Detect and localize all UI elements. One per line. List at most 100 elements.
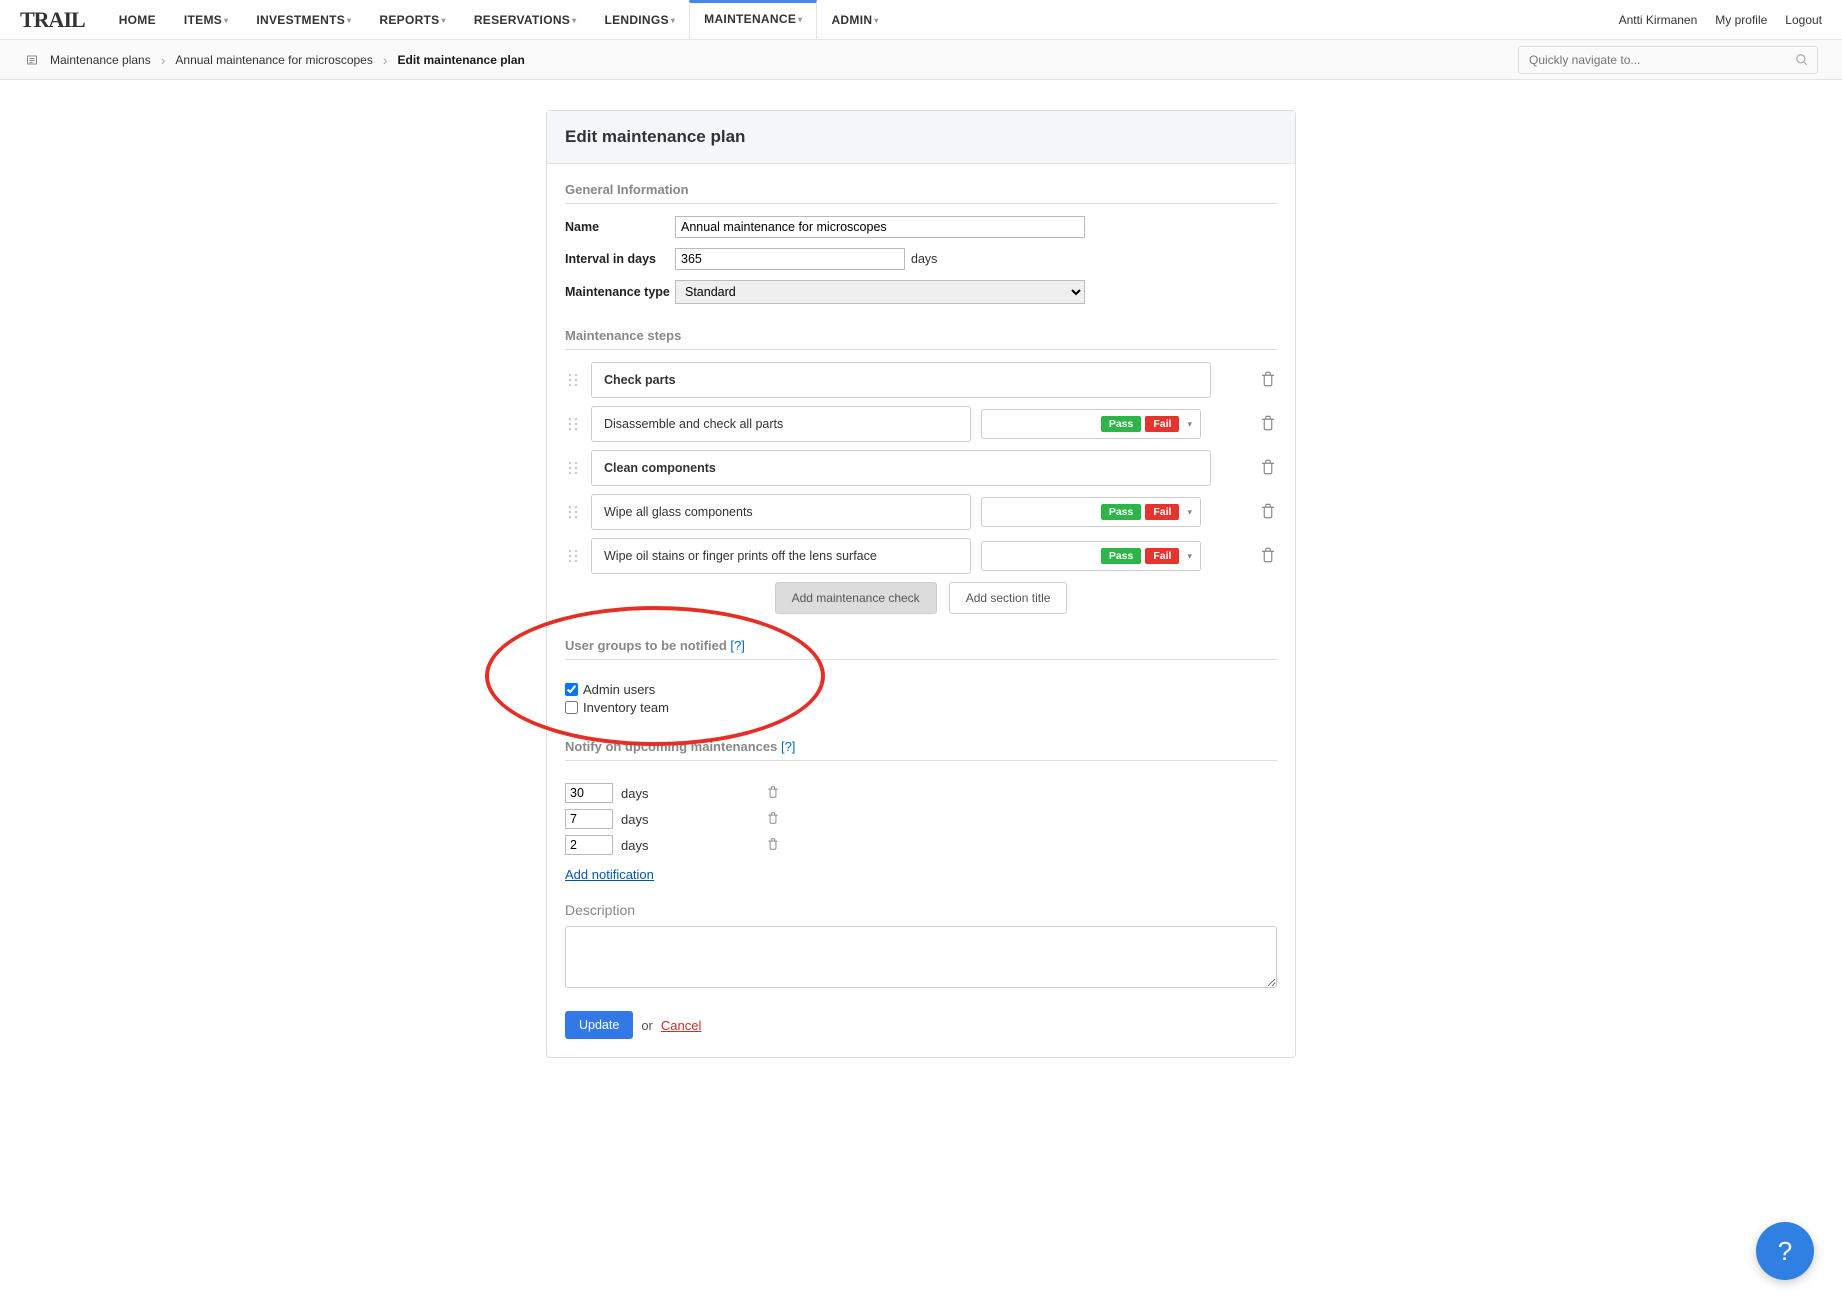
help-link[interactable]: [?]	[730, 638, 744, 653]
caret-icon: ▾	[572, 16, 576, 25]
help-link[interactable]: [?]	[781, 739, 795, 754]
user-groups-title-text: User groups to be notified	[565, 638, 730, 653]
trash-icon[interactable]	[766, 837, 780, 854]
step-actions-box: PassFail ▾	[981, 541, 1201, 571]
fail-badge[interactable]: Fail	[1145, 504, 1179, 520]
add-section-button[interactable]: Add section title	[949, 582, 1068, 614]
nav-lendings[interactable]: LENDINGS▾	[590, 1, 689, 39]
nav-investments-label: INVESTMENTS	[256, 13, 345, 27]
breadcrumb-item[interactable]: Maintenance plans	[50, 53, 151, 67]
drag-handle-icon[interactable]	[565, 548, 581, 564]
nav-items-label: ITEMS	[184, 13, 222, 27]
nav-logout-link[interactable]: Logout	[1785, 13, 1822, 27]
step-label-box[interactable]: Clean components	[591, 450, 1211, 486]
main-area: Edit maintenance plan General Informatio…	[0, 80, 1842, 1098]
checkbox-label: Admin users	[583, 682, 655, 697]
description-label: Description	[565, 902, 1277, 918]
step-label-box[interactable]: Check parts	[591, 362, 1211, 398]
checkbox-inventory-team[interactable]	[565, 701, 578, 714]
drag-handle-icon[interactable]	[565, 372, 581, 388]
step-label-box[interactable]: Disassemble and check all parts	[591, 406, 971, 442]
nav-reports[interactable]: REPORTS▾	[365, 1, 459, 39]
row-name: Name	[565, 216, 1277, 238]
quick-search-input[interactable]	[1529, 47, 1785, 73]
notify-days-input[interactable]	[565, 783, 613, 803]
notify-days-input[interactable]	[565, 809, 613, 829]
section-user-groups-title: User groups to be notified [?]	[565, 638, 1277, 660]
breadcrumb-item[interactable]: Annual maintenance for microscopes	[175, 53, 372, 67]
nav-right: Antti Kirmanen My profile Logout	[1619, 13, 1822, 27]
pass-badge[interactable]: Pass	[1101, 416, 1142, 432]
trash-icon[interactable]	[1259, 502, 1277, 523]
top-nav: TRAIL HOME ITEMS▾ INVESTMENTS▾ REPORTS▾ …	[0, 0, 1842, 40]
fail-badge[interactable]: Fail	[1145, 416, 1179, 432]
nav-lendings-label: LENDINGS	[604, 13, 668, 27]
nav-username[interactable]: Antti Kirmanen	[1619, 13, 1698, 27]
caret-icon: ▾	[874, 16, 878, 25]
breadcrumb-bar: Maintenance plans › Annual maintenance f…	[0, 40, 1842, 80]
add-check-button[interactable]: Add maintenance check	[775, 582, 937, 614]
nav-maintenance[interactable]: MAINTENANCE▾	[689, 0, 817, 39]
nav-maintenance-label: MAINTENANCE	[704, 12, 796, 26]
row-interval: Interval in days days	[565, 248, 1277, 270]
step-row: Check parts	[565, 362, 1277, 398]
cancel-link[interactable]: Cancel	[661, 1018, 701, 1033]
interval-label: Interval in days	[565, 252, 675, 266]
caret-icon: ▾	[671, 16, 675, 25]
notify-unit: days	[621, 812, 648, 827]
checkbox-admin-users[interactable]	[565, 683, 578, 696]
type-label: Maintenance type	[565, 285, 675, 299]
nav-reservations-label: RESERVATIONS	[474, 13, 570, 27]
notify-unit: days	[621, 786, 648, 801]
caret-down-icon[interactable]: ▾	[1187, 507, 1192, 518]
fail-badge[interactable]: Fail	[1145, 548, 1179, 564]
search-icon	[1795, 53, 1809, 70]
description-textarea[interactable]	[565, 926, 1277, 988]
trash-icon[interactable]	[766, 811, 780, 828]
step-label-box[interactable]: Wipe all glass components	[591, 494, 971, 530]
row-type: Maintenance type Standard	[565, 280, 1277, 304]
nav-home-label: HOME	[119, 13, 156, 27]
notify-row: days	[565, 783, 1277, 803]
update-button[interactable]: Update	[565, 1011, 633, 1039]
type-select[interactable]: Standard	[675, 280, 1085, 304]
step-row: Disassemble and check all parts PassFail ▾	[565, 406, 1277, 442]
interval-unit: days	[911, 252, 937, 266]
footer-actions: Update or Cancel	[565, 1011, 1277, 1039]
nav-admin[interactable]: ADMIN▾	[817, 1, 892, 39]
trash-icon[interactable]	[1259, 370, 1277, 391]
notify-unit: days	[621, 838, 648, 853]
trash-icon[interactable]	[1259, 458, 1277, 479]
nav-items: HOME ITEMS▾ INVESTMENTS▾ REPORTS▾ RESERV…	[105, 1, 1619, 39]
help-fab-button[interactable]: ?	[1756, 1222, 1814, 1280]
step-label-box[interactable]: Wipe oil stains or finger prints off the…	[591, 538, 971, 574]
step-actions-box: PassFail ▾	[981, 497, 1201, 527]
interval-input[interactable]	[675, 248, 905, 270]
nav-home[interactable]: HOME	[105, 1, 170, 39]
drag-handle-icon[interactable]	[565, 504, 581, 520]
drag-handle-icon[interactable]	[565, 460, 581, 476]
section-steps: Maintenance steps Check partsDisassemble…	[565, 328, 1277, 614]
trash-icon[interactable]	[1259, 414, 1277, 435]
name-label: Name	[565, 220, 675, 234]
nav-investments[interactable]: INVESTMENTS▾	[242, 1, 365, 39]
step-row: Clean components	[565, 450, 1277, 486]
drag-handle-icon[interactable]	[565, 416, 581, 432]
name-input[interactable]	[675, 216, 1085, 238]
caret-down-icon[interactable]: ▾	[1187, 551, 1192, 562]
caret-icon: ▾	[347, 16, 351, 25]
add-notification-link[interactable]: Add notification	[565, 867, 654, 882]
trash-icon[interactable]	[766, 785, 780, 802]
nav-items-menu[interactable]: ITEMS▾	[170, 1, 243, 39]
nav-profile-link[interactable]: My profile	[1715, 13, 1767, 27]
trash-icon[interactable]	[1259, 546, 1277, 567]
notify-row: days	[565, 835, 1277, 855]
caret-icon: ▾	[441, 16, 445, 25]
caret-down-icon[interactable]: ▾	[1187, 419, 1192, 430]
quick-search[interactable]	[1518, 46, 1818, 74]
pass-badge[interactable]: Pass	[1101, 548, 1142, 564]
notify-days-input[interactable]	[565, 835, 613, 855]
nav-reservations[interactable]: RESERVATIONS▾	[460, 1, 591, 39]
pass-badge[interactable]: Pass	[1101, 504, 1142, 520]
caret-icon: ▾	[224, 16, 228, 25]
